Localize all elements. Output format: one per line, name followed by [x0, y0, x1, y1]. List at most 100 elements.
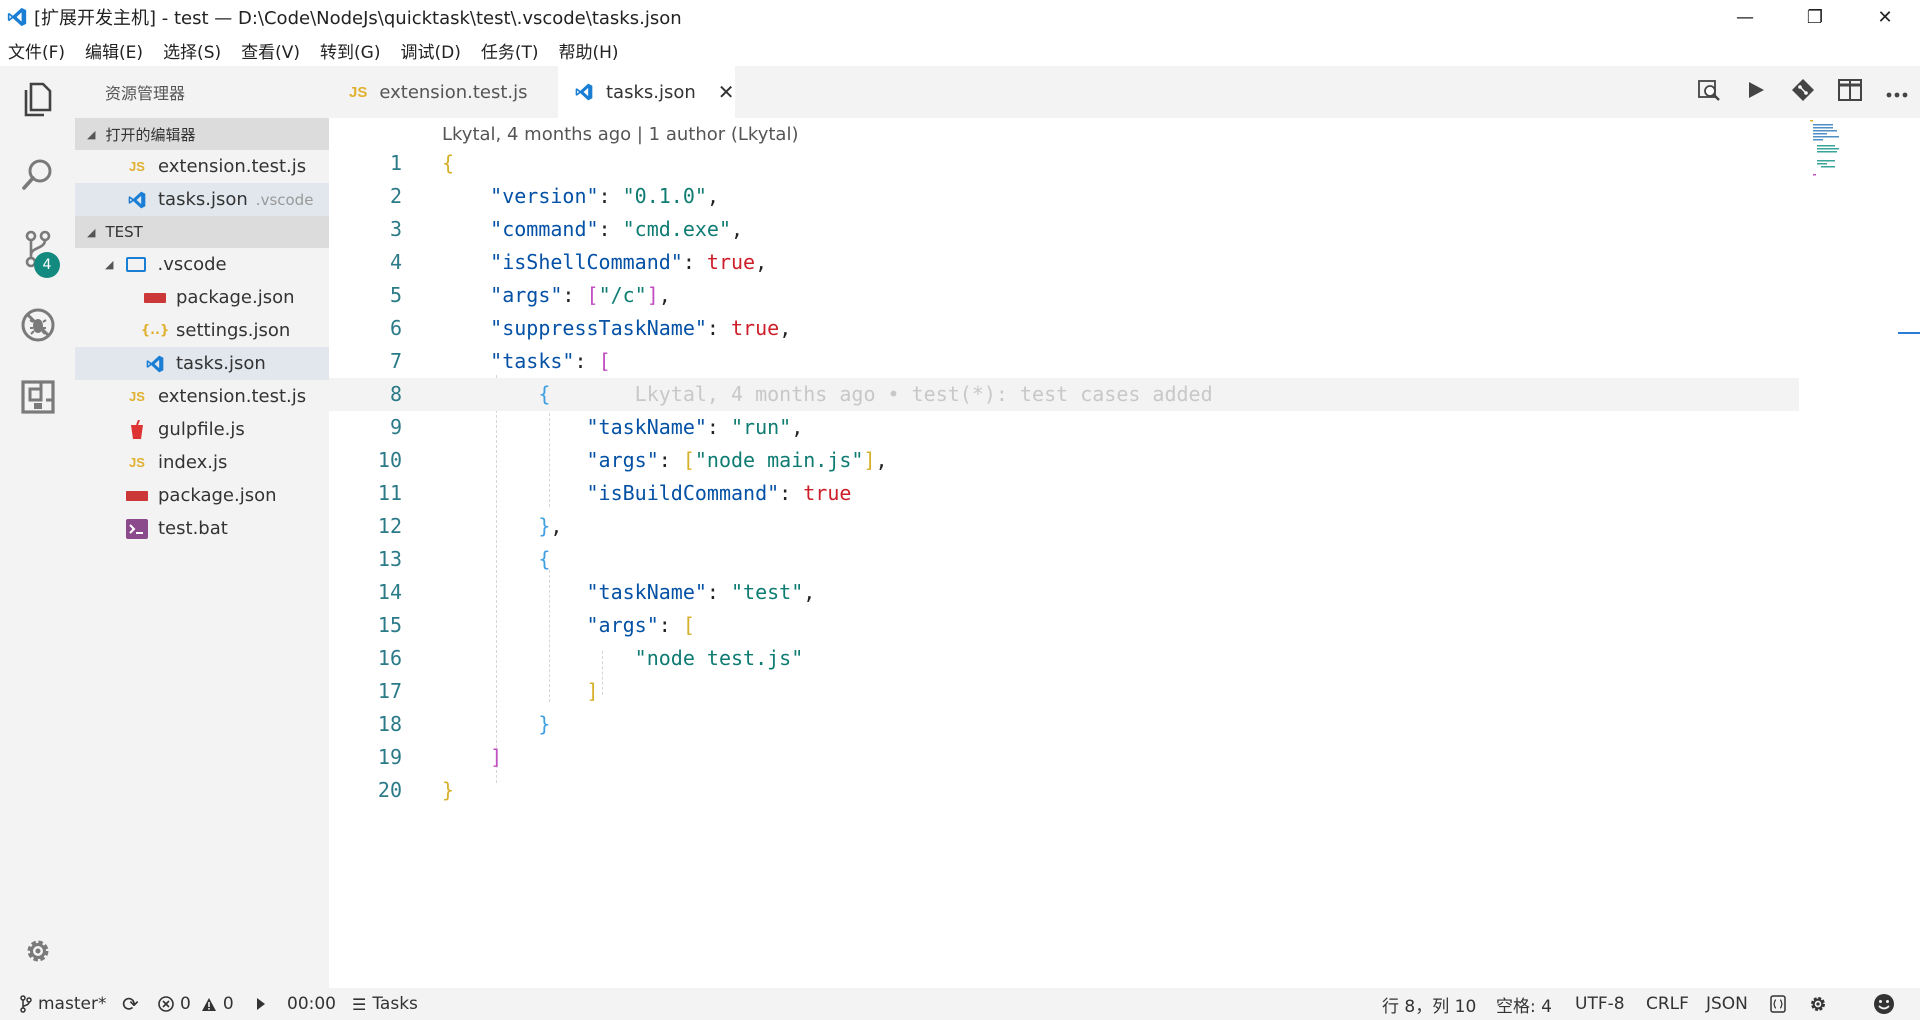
tree-folder-vscode[interactable]: ◢ .vscode — [75, 248, 329, 281]
tasks-status[interactable]: ☰ Tasks — [352, 988, 418, 1020]
problems-status[interactable]: 0 0 — [158, 988, 234, 1020]
tree-file-settings-json[interactable]: {..} settings.json — [75, 314, 329, 347]
restore-button[interactable]: ❐ — [1780, 0, 1850, 34]
open-preview-button[interactable] — [1685, 66, 1732, 118]
window-title: [扩展开发主机] - test — D:\Code\NodeJs\quickta… — [34, 8, 682, 29]
list-icon: ☰ — [352, 994, 367, 1014]
npm-icon — [144, 292, 166, 303]
minimize-button[interactable]: — — [1710, 0, 1780, 34]
cursor-position[interactable]: 行 8，列 10 — [1382, 988, 1476, 1020]
more-actions-button[interactable] — [1873, 66, 1920, 118]
code-line-18: 18 } — [377, 712, 551, 736]
expand-triangle-icon: ◢ — [105, 258, 114, 271]
js-file-icon: JS — [129, 159, 145, 174]
menu-tasks[interactable]: 任务(T) — [481, 38, 539, 63]
tab-tasks-json[interactable]: tasks.json ✕ — [558, 66, 735, 118]
status-bar: master* ⟳ 0 0 00:00 ☰ Tasks 行 8，列 10 空格:… — [0, 988, 1920, 1020]
extensions-icon — [20, 379, 56, 419]
tree-file-vscode-package-json[interactable]: package.json — [75, 281, 329, 314]
gulp-icon — [126, 419, 148, 440]
sync-button[interactable]: ⟳ — [122, 988, 139, 1020]
menu-help[interactable]: 帮助(H) — [559, 38, 619, 63]
file-label: settings.json — [176, 320, 291, 341]
menu-selection[interactable]: 选择(S) — [163, 38, 221, 63]
minimap[interactable] — [1810, 118, 1860, 178]
code-line-12: 12 }, — [377, 514, 563, 538]
code-line-10: 10 "args": ["node main.js"], — [377, 448, 888, 472]
source-control-button[interactable]: 4 — [0, 216, 75, 286]
warning-icon — [201, 997, 217, 1012]
warning-count: 0 — [222, 994, 234, 1014]
run-status[interactable] — [256, 988, 266, 1020]
indentation-status[interactable]: 空格: 4 — [1496, 988, 1552, 1020]
tree-file-index-js[interactable]: JS index.js — [75, 446, 329, 479]
preview-search-icon — [1697, 78, 1721, 107]
search-button[interactable] — [0, 142, 75, 212]
run-button[interactable] — [1732, 66, 1779, 118]
menu-debug[interactable]: 调试(D) — [400, 38, 460, 63]
feedback-button[interactable] — [1873, 988, 1895, 1020]
vscode-file-icon — [574, 82, 594, 102]
menu-file[interactable]: 文件(F) — [8, 38, 65, 63]
code-line-8: 8 { Lkytal, 4 months ago • test(*): test… — [329, 378, 1799, 411]
js-file-icon: JS — [129, 389, 145, 404]
tab-label: tasks.json — [606, 81, 696, 103]
file-label: test.bat — [158, 518, 228, 539]
git-compare-button[interactable] — [1779, 66, 1826, 118]
folder-label: .vscode — [157, 254, 227, 275]
manage-button[interactable] — [0, 918, 75, 988]
tab-close-icon[interactable]: ✕ — [718, 80, 735, 104]
code-line-16: 16 "node test.js" — [377, 646, 804, 670]
code-line-19: 19 ] — [377, 745, 503, 769]
js-file-icon: JS — [349, 83, 368, 101]
open-editor-extension-test-js[interactable]: JS extension.test.js — [75, 150, 329, 183]
git-diamond-icon — [1791, 78, 1815, 107]
terminal-icon — [126, 518, 148, 539]
tasks-label: Tasks — [372, 994, 418, 1014]
braces-file-icon — [1770, 995, 1786, 1013]
tab-extension-test-js[interactable]: JS extension.test.js — [329, 66, 558, 118]
gear-icon — [1808, 994, 1828, 1014]
file-label: package.json — [158, 485, 277, 506]
eol-status[interactable]: CRLF — [1646, 988, 1689, 1020]
open-editors-header[interactable]: ◢ 打开的编辑器 — [75, 118, 329, 150]
code-line-3: 3 "command": "cmd.exe", — [389, 217, 744, 241]
files-icon — [22, 81, 54, 121]
menu-view[interactable]: 查看(V) — [241, 38, 300, 63]
error-count: 0 — [180, 994, 191, 1014]
play-icon — [256, 997, 266, 1011]
tree-file-package-json[interactable]: package.json — [75, 479, 329, 512]
file-label: extension.test.js — [158, 156, 307, 177]
explorer-button[interactable] — [0, 66, 75, 136]
menu-goto[interactable]: 转到(G) — [320, 38, 380, 63]
code-line-1: 1{ — [389, 151, 455, 175]
close-window-button[interactable]: ✕ — [1850, 0, 1920, 34]
tree-file-gulpfile-js[interactable]: gulpfile.js — [75, 413, 329, 446]
codelens-author[interactable]: Lkytal, 4 months ago | 1 author (Lkytal) — [442, 124, 798, 145]
debug-button[interactable] — [0, 292, 75, 362]
settings-status-button[interactable] — [1808, 988, 1828, 1020]
timer-status[interactable]: 00:00 — [287, 988, 336, 1020]
code-line-20: 20} — [377, 778, 455, 802]
split-editor-button[interactable] — [1826, 66, 1873, 118]
menu-edit[interactable]: 编辑(E) — [85, 38, 143, 63]
folder-header-test[interactable]: ◢ TEST — [75, 216, 329, 248]
explorer-sidebar: 资源管理器 ◢ 打开的编辑器 JS extension.test.js task… — [75, 66, 329, 988]
code-editor[interactable]: Lkytal, 4 months ago | 1 author (Lkytal)… — [329, 118, 1920, 988]
open-editor-tasks-json[interactable]: tasks.json .vscode — [75, 183, 329, 216]
tree-file-tasks-json[interactable]: tasks.json — [75, 347, 329, 380]
smiley-icon — [1873, 993, 1895, 1015]
activity-bar: 4 — [0, 66, 75, 988]
language-mode[interactable]: JSON — [1706, 988, 1748, 1020]
branch-status[interactable]: master* — [20, 988, 106, 1020]
code-line-5: 5 "args": ["/c"], — [389, 283, 671, 307]
folder-header-label: TEST — [105, 223, 143, 241]
tree-file-test-bat[interactable]: test.bat — [75, 512, 329, 545]
file-label: gulpfile.js — [158, 419, 245, 440]
gear-icon — [23, 936, 53, 970]
menu-bar: 文件(F) 编辑(E) 选择(S) 查看(V) 转到(G) 调试(D) 任务(T… — [0, 34, 1920, 66]
extensions-button[interactable] — [0, 364, 75, 434]
tree-file-extension-test-js[interactable]: JS extension.test.js — [75, 380, 329, 413]
encoding-status[interactable]: UTF-8 — [1575, 988, 1625, 1020]
json-schema-button[interactable] — [1770, 988, 1786, 1020]
